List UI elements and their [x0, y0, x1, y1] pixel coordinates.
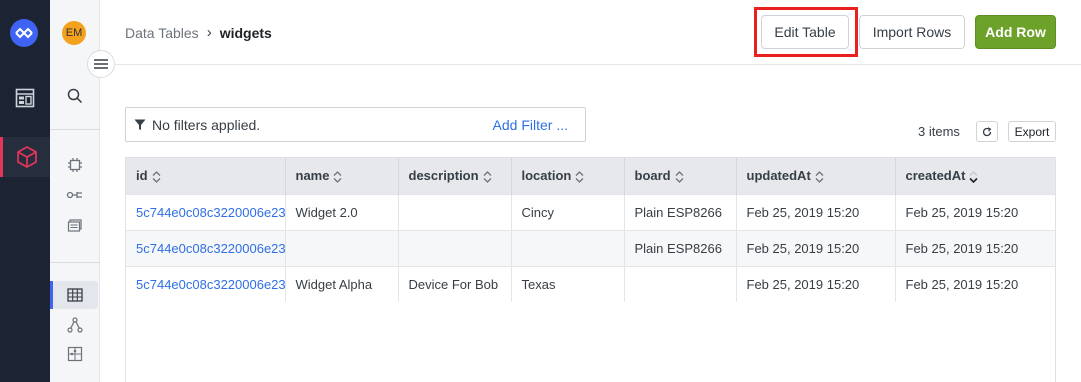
breadcrumb-data-tables[interactable]: Data Tables	[125, 25, 199, 41]
table-row[interactable]: 5c744e0c08c3220006e23a Widget Alpha Devi…	[126, 265, 1055, 302]
table-header-row: id name description location board updat…	[126, 158, 1055, 194]
column-header-createdat[interactable]: createdAt	[895, 158, 1055, 194]
puzzle-icon[interactable]	[50, 341, 100, 367]
edit-table-button[interactable]: Edit Table	[761, 15, 849, 49]
avatar[interactable]: EM	[62, 21, 86, 45]
export-button[interactable]: Export	[1008, 121, 1056, 142]
items-count: 3 items	[918, 124, 960, 139]
table-icon[interactable]	[50, 281, 98, 309]
column-header-updatedat[interactable]: updatedAt	[736, 158, 896, 194]
page-header: Data Tables › widgets Edit Table Import …	[100, 0, 1081, 65]
breadcrumb-separator: ›	[206, 24, 212, 41]
column-header-location[interactable]: location	[511, 158, 625, 194]
column-header-board[interactable]: board	[624, 158, 737, 194]
column-label: board	[634, 168, 671, 184]
import-rows-button[interactable]: Import Rows	[859, 15, 965, 49]
column-header-name[interactable]: name	[285, 158, 399, 194]
plug-icon[interactable]	[50, 182, 100, 208]
breadcrumb: Data Tables › widgets	[125, 24, 272, 41]
dashboard-icon[interactable]	[0, 78, 50, 118]
cell-description	[398, 229, 512, 266]
search-icon[interactable]	[50, 83, 100, 109]
hamburger-icon[interactable]	[87, 50, 115, 78]
sidebar-divider	[50, 129, 100, 130]
sort-icon[interactable]	[333, 170, 342, 183]
cell-name	[285, 229, 399, 266]
page-title: widgets	[219, 24, 272, 41]
logo-icon[interactable]	[10, 19, 38, 47]
cell-location: Texas	[511, 265, 625, 302]
cell-id[interactable]: 5c744e0c08c3220006e23a	[126, 265, 286, 302]
funnel-icon	[134, 119, 146, 131]
filter-bar: No filters applied. Add Filter ...	[125, 107, 586, 142]
cell-createdat: Feb 25, 2019 15:20	[895, 229, 1055, 266]
cell-createdat: Feb 25, 2019 15:20	[895, 265, 1055, 302]
add-row-button[interactable]: Add Row	[975, 15, 1056, 49]
sort-icon[interactable]	[675, 170, 684, 183]
workflow-icon[interactable]	[50, 312, 100, 338]
table-row[interactable]: 5c744e0c08c3220006e23a Widget 2.0 Cincy …	[126, 193, 1055, 230]
sort-icon[interactable]	[815, 170, 824, 183]
refresh-icon[interactable]	[976, 121, 998, 142]
data-table: id name description location board updat…	[125, 157, 1056, 382]
sort-icon[interactable]	[575, 170, 584, 183]
sidebar-divider	[50, 262, 100, 263]
cell-id[interactable]: 5c744e0c08c3220006e23a	[126, 193, 286, 230]
column-label: name	[295, 168, 330, 184]
cell-updatedat: Feb 25, 2019 15:20	[736, 193, 896, 230]
cell-location: Cincy	[511, 193, 625, 230]
cell-board: Plain ESP8266	[624, 193, 737, 230]
column-label: location	[521, 168, 572, 184]
chip-icon[interactable]	[50, 152, 100, 178]
column-label: id	[136, 168, 148, 184]
cell-board: Plain ESP8266	[624, 229, 737, 266]
sort-desc-icon[interactable]	[969, 170, 979, 183]
sort-icon[interactable]	[152, 170, 161, 183]
cell-name: Widget 2.0	[285, 193, 399, 230]
column-label: createdAt	[905, 168, 966, 184]
table-row[interactable]: 5c744e0c08c3220006e23a Plain ESP8266 Feb…	[126, 229, 1055, 266]
main-nav-rail	[0, 0, 50, 382]
cell-description	[398, 193, 512, 230]
file-icon[interactable]	[50, 212, 100, 238]
add-filter-link[interactable]: Add Filter ...	[493, 117, 568, 133]
cell-id[interactable]: 5c744e0c08c3220006e23a	[126, 229, 286, 266]
cell-description: Device For Bob	[398, 265, 512, 302]
filter-status: No filters applied.	[152, 116, 261, 133]
column-label: description	[408, 168, 479, 184]
cell-updatedat: Feb 25, 2019 15:20	[736, 265, 896, 302]
cell-board	[624, 265, 737, 302]
cell-location	[511, 229, 625, 266]
cell-name: Widget Alpha	[285, 265, 399, 302]
column-header-description[interactable]: description	[398, 158, 512, 194]
column-label: updatedAt	[746, 168, 811, 184]
cube-icon[interactable]	[0, 137, 50, 177]
cell-updatedat: Feb 25, 2019 15:20	[736, 229, 896, 266]
column-header-id[interactable]: id	[126, 158, 286, 194]
cell-createdat: Feb 25, 2019 15:20	[895, 193, 1055, 230]
sort-icon[interactable]	[483, 170, 492, 183]
